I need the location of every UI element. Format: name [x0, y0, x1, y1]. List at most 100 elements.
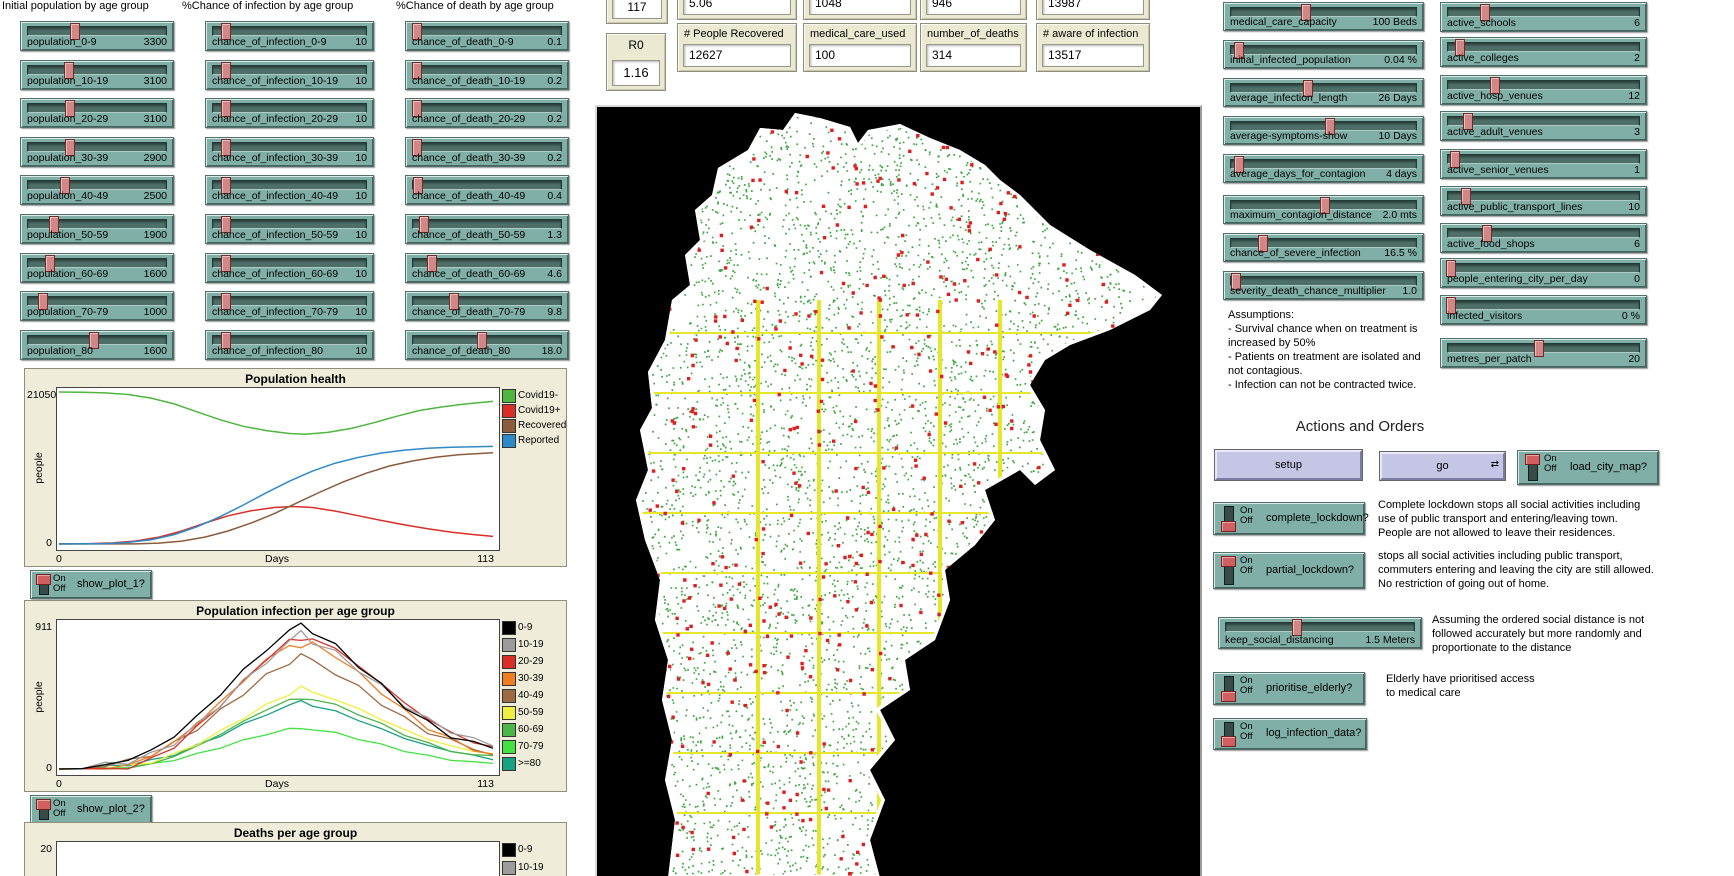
- slider-track[interactable]: [1447, 263, 1640, 273]
- switch-knob[interactable]: [1221, 556, 1236, 567]
- slider-initial_infected_population[interactable]: initial_infected_population0.04 %: [1223, 40, 1424, 69]
- slider-track[interactable]: [212, 180, 367, 190]
- slider-track[interactable]: [412, 142, 562, 152]
- slider-active_adult_venues[interactable]: active_adult_venues3: [1440, 111, 1647, 141]
- slider-chance_of_death_50-59[interactable]: chance_of_death_50-591.3: [405, 214, 569, 244]
- setup-button[interactable]: setup: [1215, 450, 1362, 480]
- slider-chance_of_death_40-49[interactable]: chance_of_death_40-490.4: [405, 175, 569, 205]
- slider-track[interactable]: [1447, 228, 1640, 238]
- switch-knob[interactable]: [36, 574, 51, 585]
- slider-track[interactable]: [212, 219, 367, 229]
- slider-population_20-29[interactable]: population_20-293100: [20, 98, 174, 128]
- slider-infected_visitors[interactable]: infected_visitors0 %: [1440, 295, 1647, 325]
- slider-track[interactable]: [1447, 80, 1640, 90]
- slider-active_colleges[interactable]: active_colleges2: [1440, 37, 1647, 67]
- slider-chance_of_death_10-19[interactable]: chance_of_death_10-190.2: [405, 60, 569, 90]
- slider-chance_of_infection_60-69[interactable]: chance_of_infection_60-6910: [205, 253, 374, 283]
- slider-chance_of_death_30-39[interactable]: chance_of_death_30-390.2: [405, 137, 569, 167]
- switch-knob[interactable]: [1221, 736, 1236, 747]
- slider-chance_of_infection_50-59[interactable]: chance_of_infection_50-5910: [205, 214, 374, 244]
- slider-active_hosp_venues[interactable]: active_hosp_venues12: [1440, 75, 1647, 105]
- slider-active_food_shops[interactable]: active_food_shops6: [1440, 223, 1647, 253]
- slider-average_days_for_contagion[interactable]: average_days_for_contagion4 days: [1223, 154, 1424, 183]
- slider-track[interactable]: [212, 296, 367, 306]
- slider-track[interactable]: [27, 65, 167, 75]
- slider-track[interactable]: [27, 258, 167, 268]
- slider-population_30-39[interactable]: population_30-392900: [20, 137, 174, 167]
- slider-chance_of_death_80[interactable]: chance_of_death_8018.0: [405, 330, 569, 360]
- switch-knob[interactable]: [1221, 691, 1236, 702]
- slider-population_60-69[interactable]: population_60-691600: [20, 253, 174, 283]
- slider-chance_of_infection_80[interactable]: chance_of_infection_8010: [205, 330, 374, 360]
- slider-track[interactable]: [412, 296, 562, 306]
- slider-active_senior_venues[interactable]: active_senior_venues1: [1440, 149, 1647, 179]
- slider-track[interactable]: [212, 142, 367, 152]
- slider-track[interactable]: [412, 219, 562, 229]
- switch-load_city_map[interactable]: OnOffload_city_map?: [1517, 450, 1659, 485]
- slider-population_80[interactable]: population_801600: [20, 330, 174, 360]
- switch-knob[interactable]: [1525, 454, 1540, 465]
- slider-keep_social_distancing[interactable]: keep_social_distancing1.5 Meters: [1218, 617, 1422, 649]
- slider-track[interactable]: [412, 26, 562, 36]
- slider-people_entering_city_per_day[interactable]: people_entering_city_per_day0: [1440, 258, 1647, 288]
- slider-track[interactable]: [412, 335, 562, 345]
- slider-track[interactable]: [212, 103, 367, 113]
- slider-chance_of_infection_70-79[interactable]: chance_of_infection_70-7910: [205, 291, 374, 321]
- slider-track[interactable]: [1447, 154, 1640, 164]
- slider-track[interactable]: [212, 335, 367, 345]
- slider-chance_of_death_0-9[interactable]: chance_of_death_0-90.1: [405, 21, 569, 51]
- slider-medical_care_capacity[interactable]: medical_care_capacity100 Beds: [1223, 2, 1424, 31]
- slider-track[interactable]: [1225, 622, 1415, 632]
- slider-track[interactable]: [27, 335, 167, 345]
- slider-chance_of_death_60-69[interactable]: chance_of_death_60-694.6: [405, 253, 569, 283]
- slider-average-symptoms-show[interactable]: average-symptoms-show10 Days: [1223, 116, 1424, 145]
- slider-active_schools[interactable]: active_schools6: [1440, 2, 1647, 32]
- slider-chance_of_death_70-79[interactable]: chance_of_death_70-799.8: [405, 291, 569, 321]
- slider-track[interactable]: [27, 296, 167, 306]
- go-button[interactable]: go ⇄: [1380, 452, 1505, 480]
- slider-population_0-9[interactable]: population_0-93300: [20, 21, 174, 51]
- switch-partial_lockdown[interactable]: OnOffpartial_lockdown?: [1213, 552, 1365, 589]
- slider-track[interactable]: [27, 180, 167, 190]
- slider-track[interactable]: [1447, 42, 1640, 52]
- switch-complete_lockdown[interactable]: OnOffcomplete_lockdown?: [1213, 502, 1365, 535]
- slider-chance_of_death_20-29[interactable]: chance_of_death_20-290.2: [405, 98, 569, 128]
- slider-metres_per_patch[interactable]: metres_per_patch20: [1440, 338, 1647, 368]
- slider-severity_death_chance_multiplier[interactable]: severity_death_chance_multiplier1.0: [1223, 271, 1424, 300]
- slider-average_infection_length[interactable]: average_infection_length26 Days: [1223, 78, 1424, 107]
- slider-track[interactable]: [212, 258, 367, 268]
- slider-population_70-79[interactable]: population_70-791000: [20, 291, 174, 321]
- slider-track[interactable]: [412, 65, 562, 75]
- slider-track[interactable]: [1447, 116, 1640, 126]
- slider-track[interactable]: [412, 103, 562, 113]
- slider-track[interactable]: [27, 219, 167, 229]
- switch-prioritise_elderly[interactable]: OnOffprioritise_elderly?: [1213, 672, 1365, 705]
- slider-track[interactable]: [412, 258, 562, 268]
- slider-track[interactable]: [212, 65, 367, 75]
- slider-track[interactable]: [412, 180, 562, 190]
- slider-track[interactable]: [1447, 300, 1640, 310]
- slider-track[interactable]: [1447, 343, 1640, 353]
- slider-track[interactable]: [1447, 7, 1640, 17]
- switch-log_infection_data[interactable]: OnOfflog_infection_data?: [1213, 718, 1367, 750]
- slider-chance_of_infection_40-49[interactable]: chance_of_infection_40-4910: [205, 175, 374, 205]
- slider-population_50-59[interactable]: population_50-591900: [20, 214, 174, 244]
- switch-knob[interactable]: [1221, 521, 1236, 532]
- slider-chance_of_infection_30-39[interactable]: chance_of_infection_30-3910: [205, 137, 374, 167]
- slider-chance_of_infection_20-29[interactable]: chance_of_infection_20-2910: [205, 98, 374, 128]
- slider-track[interactable]: [212, 26, 367, 36]
- switch-show_plot_1[interactable]: OnOffshow_plot_1?: [30, 570, 152, 599]
- slider-population_40-49[interactable]: population_40-492500: [20, 175, 174, 205]
- switch-knob[interactable]: [36, 799, 51, 810]
- slider-chance_of_infection_0-9[interactable]: chance_of_infection_0-910: [205, 21, 374, 51]
- slider-maximum_contagion_distance[interactable]: maximum_contagion_distance2.0 mts: [1223, 195, 1424, 224]
- slider-active_public_transport_lines[interactable]: active_public_transport_lines10: [1440, 186, 1647, 216]
- slider-chance_of_severe_infection[interactable]: chance_of_severe_infection16.5 %: [1223, 233, 1424, 262]
- switch-show_plot_2[interactable]: OnOffshow_plot_2?: [30, 795, 152, 824]
- slider-track[interactable]: [27, 103, 167, 113]
- slider-track[interactable]: [1447, 191, 1640, 201]
- slider-chance_of_infection_10-19[interactable]: chance_of_infection_10-1910: [205, 60, 374, 90]
- slider-population_10-19[interactable]: population_10-193100: [20, 60, 174, 90]
- slider-track[interactable]: [27, 142, 167, 152]
- slider-track[interactable]: [27, 26, 167, 36]
